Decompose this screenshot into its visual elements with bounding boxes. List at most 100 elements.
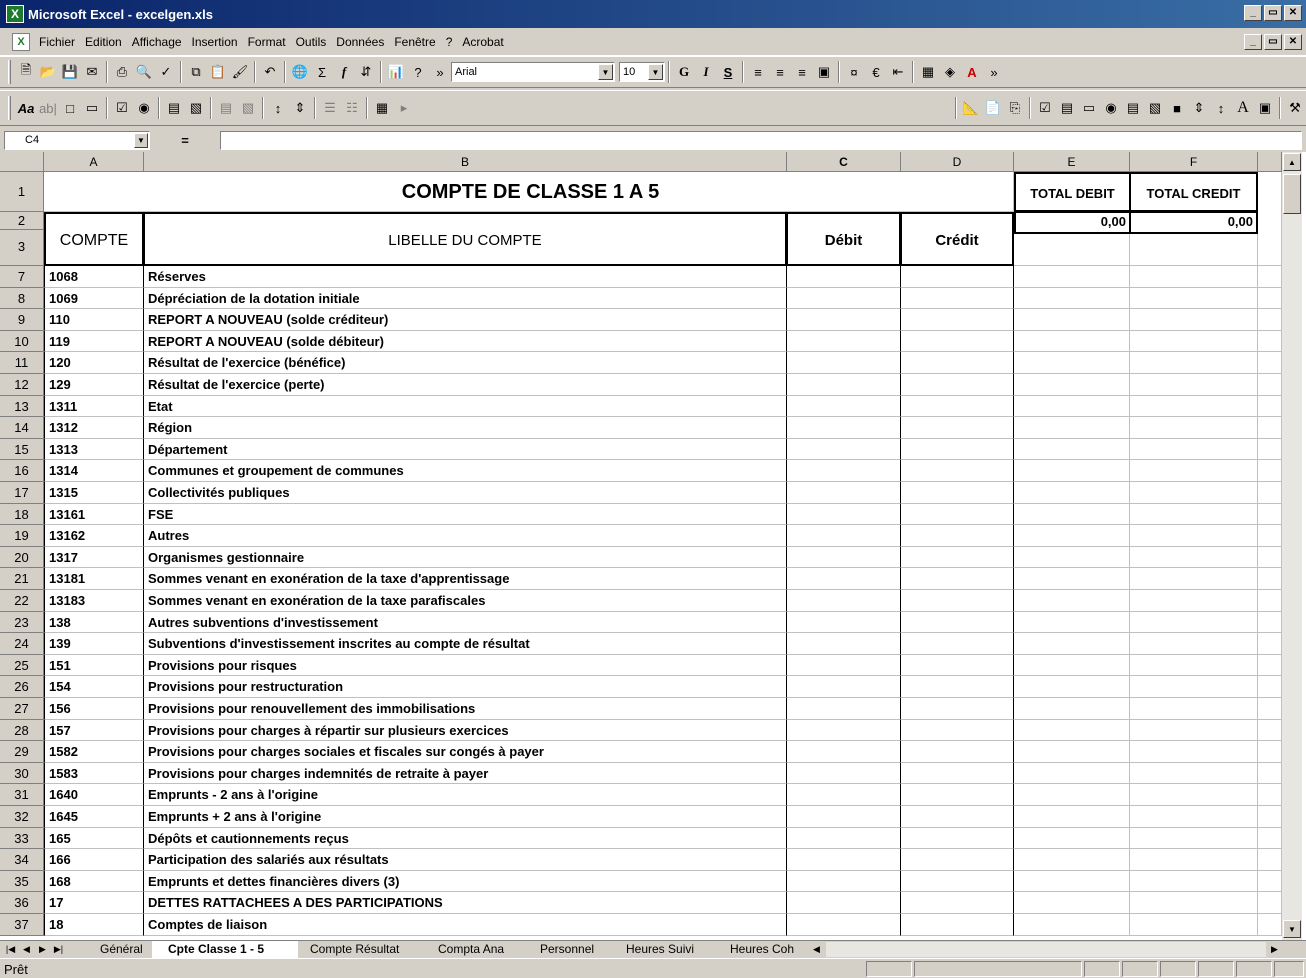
sheet-tab-cpte-classe[interactable]: Cpte Classe 1 - 5 xyxy=(152,941,298,958)
cell[interactable] xyxy=(1258,828,1282,849)
credit-cell[interactable] xyxy=(901,633,1014,655)
libelle-cell[interactable]: Participation des salariés aux résultats xyxy=(144,849,787,871)
row-header[interactable]: 19 xyxy=(0,525,44,547)
compte-cell[interactable]: 17 xyxy=(44,892,144,914)
merge-center-icon[interactable]: ▣ xyxy=(813,61,835,83)
debit-cell[interactable] xyxy=(787,741,901,763)
compte-cell[interactable]: 138 xyxy=(44,612,144,633)
cell[interactable] xyxy=(1130,482,1258,504)
cell[interactable] xyxy=(1014,547,1130,568)
spinner-icon[interactable]: ⇕ xyxy=(289,97,311,119)
hyperlink-icon[interactable]: 🌐 xyxy=(289,61,311,83)
combo-box-icon[interactable]: ▧ xyxy=(185,97,207,119)
horizontal-scroll-track[interactable] xyxy=(826,942,1266,957)
toolbar-grip[interactable] xyxy=(8,60,11,84)
cell[interactable] xyxy=(1014,417,1130,439)
column-header-e[interactable]: E xyxy=(1014,152,1130,172)
cell[interactable] xyxy=(1258,525,1282,547)
compte-cell[interactable]: 1317 xyxy=(44,547,144,568)
cell[interactable] xyxy=(1130,309,1258,331)
cell[interactable] xyxy=(1258,547,1282,568)
cell[interactable] xyxy=(1014,439,1130,460)
italic-icon[interactable]: I xyxy=(695,61,717,83)
cell[interactable] xyxy=(1258,806,1282,828)
menu-fichier[interactable]: Fichier xyxy=(34,35,80,49)
cell[interactable] xyxy=(1014,590,1130,612)
cell[interactable] xyxy=(1258,309,1282,331)
cell[interactable] xyxy=(1130,288,1258,309)
sheet-title[interactable]: COMPTE DE CLASSE 1 A 5 xyxy=(44,172,1014,212)
cell[interactable] xyxy=(1014,784,1130,806)
row-header[interactable]: 27 xyxy=(0,698,44,720)
compte-cell[interactable]: 1582 xyxy=(44,741,144,763)
column-header-g[interactable] xyxy=(1258,152,1282,172)
libelle-cell[interactable]: Etat xyxy=(144,396,787,417)
credit-cell[interactable] xyxy=(901,482,1014,504)
credit-cell[interactable] xyxy=(901,266,1014,288)
credit-cell[interactable] xyxy=(901,871,1014,892)
debit-cell[interactable] xyxy=(787,849,901,871)
label-icon[interactable]: Aa xyxy=(15,97,37,119)
cell[interactable] xyxy=(1014,633,1130,655)
sheet-tab-compta-ana[interactable]: Compta Ana xyxy=(424,941,524,958)
cell[interactable] xyxy=(1258,504,1282,525)
libelle-cell[interactable]: Comptes de liaison xyxy=(144,914,787,936)
cell[interactable] xyxy=(1014,504,1130,525)
credit-cell[interactable] xyxy=(901,288,1014,309)
cell[interactable] xyxy=(1130,525,1258,547)
debit-cell[interactable] xyxy=(787,633,901,655)
cell[interactable] xyxy=(1014,460,1130,482)
cell[interactable] xyxy=(1258,568,1282,590)
libelle-cell[interactable]: Réserves xyxy=(144,266,787,288)
button-icon[interactable]: ▭ xyxy=(81,97,103,119)
compte-cell[interactable]: 1312 xyxy=(44,417,144,439)
combo-list-edit-icon[interactable]: ▤ xyxy=(215,97,237,119)
fill-color-icon[interactable]: ◈ xyxy=(939,61,961,83)
debit-cell[interactable] xyxy=(787,396,901,417)
format-painter-icon[interactable]: 🖌 xyxy=(229,61,251,83)
cell[interactable] xyxy=(1258,784,1282,806)
debit-cell[interactable] xyxy=(787,612,901,633)
libelle-cell[interactable]: Emprunts et dettes financières divers (3… xyxy=(144,871,787,892)
debit-cell[interactable] xyxy=(787,763,901,784)
print-preview-icon[interactable]: 🔍 xyxy=(133,61,155,83)
sheet-tab-compte-resultat[interactable]: Compte Résultat xyxy=(300,941,420,958)
more-buttons-icon[interactable]: » xyxy=(983,61,1005,83)
cell[interactable] xyxy=(1258,892,1282,914)
row-header[interactable]: 20 xyxy=(0,547,44,568)
cell[interactable] xyxy=(1130,655,1258,676)
select-all-corner[interactable] xyxy=(0,152,44,172)
cell[interactable] xyxy=(1130,914,1258,936)
menu-help[interactable]: ? xyxy=(441,35,458,49)
cell[interactable] xyxy=(1130,741,1258,763)
compte-cell[interactable]: 18 xyxy=(44,914,144,936)
cell[interactable] xyxy=(1258,871,1282,892)
view-code-icon[interactable]: ⎘ xyxy=(1004,97,1026,119)
compte-cell[interactable]: 154 xyxy=(44,676,144,698)
compte-cell[interactable]: 13181 xyxy=(44,568,144,590)
menu-edition[interactable]: Edition xyxy=(80,35,127,49)
scroll-down-icon[interactable]: ▼ xyxy=(1283,920,1301,938)
row-header[interactable]: 36 xyxy=(0,892,44,914)
total-debit-value[interactable]: 0,00 xyxy=(1014,212,1130,234)
cell[interactable] xyxy=(1258,720,1282,741)
compte-cell[interactable]: 13183 xyxy=(44,590,144,612)
libelle-cell[interactable]: Provisions pour charges indemnités de re… xyxy=(144,763,787,784)
credit-cell[interactable] xyxy=(901,417,1014,439)
underline-icon[interactable]: S xyxy=(717,61,739,83)
row-header[interactable]: 7 xyxy=(0,266,44,288)
more-buttons-icon[interactable]: » xyxy=(429,61,451,83)
debit-cell[interactable] xyxy=(787,288,901,309)
email-icon[interactable]: ✉ xyxy=(81,61,103,83)
cell[interactable] xyxy=(1014,741,1130,763)
edit-formula-button[interactable]: = xyxy=(150,133,220,148)
credit-cell[interactable] xyxy=(901,525,1014,547)
copy-icon[interactable]: ⧉ xyxy=(185,61,207,83)
properties-icon[interactable]: 📄 xyxy=(982,97,1004,119)
debit-cell[interactable] xyxy=(787,525,901,547)
compte-cell[interactable]: 1645 xyxy=(44,806,144,828)
cell[interactable] xyxy=(1014,871,1130,892)
credit-cell[interactable] xyxy=(901,504,1014,525)
scroll-up-icon[interactable]: ▲ xyxy=(1283,153,1301,171)
option-button-control-icon[interactable]: ◉ xyxy=(1100,97,1122,119)
